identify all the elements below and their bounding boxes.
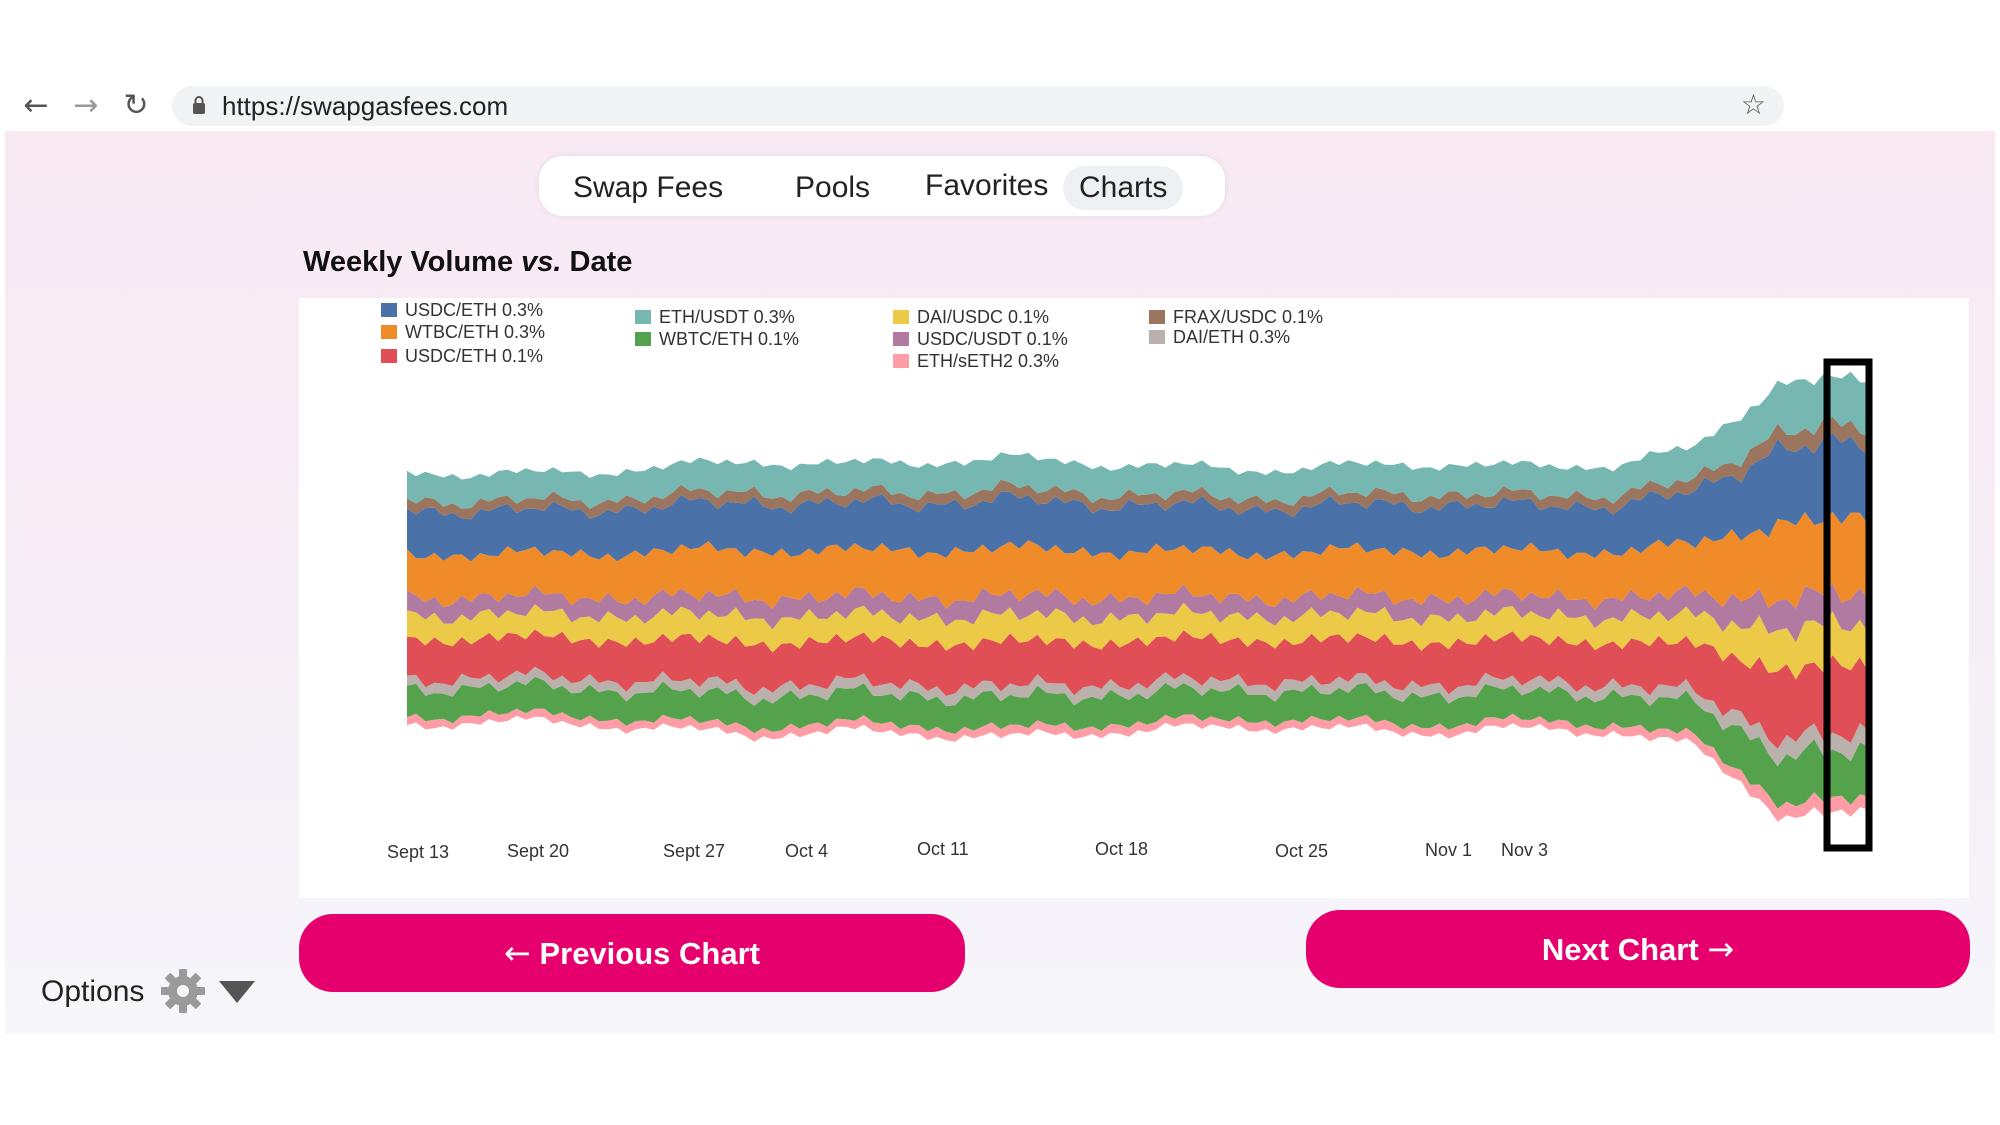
url-text: https://swapgasfees.com: [222, 91, 509, 121]
x-tick-label: Oct 18: [1095, 839, 1148, 859]
tab-charts[interactable]: Charts: [1063, 166, 1184, 210]
chart-card: USDC/ETH 0.3% WTBC/ETH 0.3% USDC/ETH 0.1…: [299, 298, 1969, 898]
x-tick-label: Sept 20: [507, 841, 569, 861]
x-tick-label: Nov 3: [1501, 840, 1548, 860]
top-nav-tabs: Swap Fees Pools Favorites Charts: [539, 156, 1225, 216]
x-tick-label: Oct 25: [1275, 841, 1328, 861]
page-content: Swap Fees Pools Favorites Charts Weekly …: [5, 131, 1995, 1034]
arrow-left-icon: ←: [504, 934, 531, 972]
x-tick-label: Sept 13: [387, 842, 449, 862]
options-label: Options: [41, 975, 145, 1008]
arrow-right-icon: →: [1707, 930, 1735, 968]
reload-icon[interactable]: ↻: [116, 86, 156, 126]
back-arrow-icon[interactable]: ←: [16, 86, 56, 126]
chart-title: Weekly Volume vs. Date: [303, 246, 633, 278]
star-icon[interactable]: ☆: [1741, 88, 1766, 121]
caret-down-icon[interactable]: [219, 981, 255, 1003]
stacked-area-chart: Sept 13 Sept 20 Sept 27 Oct 4 Oct 11 Oct 18 Oc…: [387, 358, 1873, 862]
x-tick-label: Oct 4: [785, 841, 828, 861]
x-tick-label: Sept 27: [663, 841, 725, 861]
lock-icon: [193, 96, 205, 114]
x-tick-label: Oct 11: [917, 839, 969, 859]
address-bar[interactable]: https://swapgasfees.com ☆: [172, 86, 1784, 126]
tab-pools[interactable]: Pools: [795, 166, 870, 210]
browser-toolbar: ← → ↻ https://swapgasfees.com ☆: [0, 82, 2000, 130]
tab-favorites[interactable]: Favorites: [925, 164, 1048, 208]
x-tick-label: Nov 1: [1425, 840, 1472, 860]
gear-icon[interactable]: [159, 967, 207, 1015]
tab-swap-fees[interactable]: Swap Fees: [573, 166, 723, 210]
previous-chart-button[interactable]: ← Previous Chart: [299, 914, 965, 992]
forward-arrow-icon[interactable]: →: [66, 86, 106, 126]
next-chart-button[interactable]: Next Chart →: [1306, 910, 1970, 988]
